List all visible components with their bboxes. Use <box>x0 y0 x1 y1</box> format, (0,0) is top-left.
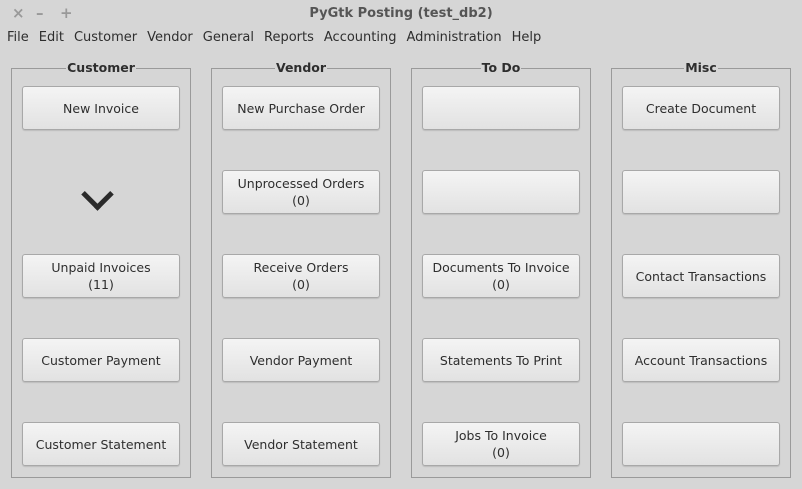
menu-help[interactable]: Help <box>512 28 542 48</box>
vendor-frame: Vendor New Purchase Order Unprocessed Or… <box>211 60 391 478</box>
misc-frame: Misc Create Document Contact Transaction… <box>611 60 791 478</box>
vendor-statement-button[interactable]: Vendor Statement <box>222 422 380 466</box>
empty-button[interactable] <box>422 86 580 130</box>
menu-file[interactable]: File <box>7 28 29 48</box>
new-purchase-order-button[interactable]: New Purchase Order <box>222 86 380 130</box>
button-label: New Purchase Order <box>237 100 365 116</box>
contact-transactions-button[interactable]: Contact Transactions <box>622 254 780 298</box>
customer-frame: Customer New Invoice Unpaid Invoices (11)… <box>11 60 191 478</box>
button-count: (0) <box>492 445 510 460</box>
button-label: Contact Transactions <box>635 268 767 284</box>
button-count: (0) <box>292 277 310 292</box>
button-label: Customer Statement <box>35 436 167 452</box>
button-count: (0) <box>492 277 510 292</box>
chevron-down-icon[interactable] <box>81 178 114 211</box>
unprocessed-orders-button[interactable]: Unprocessed Orders (0) <box>222 170 380 214</box>
button-count: (11) <box>88 277 114 292</box>
receive-orders-button[interactable]: Receive Orders (0) <box>222 254 380 298</box>
unpaid-invoices-button[interactable]: Unpaid Invoices (11) <box>22 254 180 298</box>
button-label: Unprocessed Orders <box>237 176 365 191</box>
button-label: New Invoice <box>63 100 139 116</box>
menu-edit[interactable]: Edit <box>39 28 64 48</box>
button-label: Statements To Print <box>439 352 563 368</box>
frame-title: Misc <box>684 60 718 75</box>
menu-bar: File Edit Customer Vendor General Report… <box>0 28 551 48</box>
title-bar: × – + PyGtk Posting (test_db2) <box>0 0 802 28</box>
frame-title: Customer <box>66 60 136 75</box>
button-label: Unpaid Invoices <box>51 260 151 275</box>
button-label: Account Transactions <box>634 352 768 368</box>
jobs-to-invoice-button[interactable]: Jobs To Invoice (0) <box>422 422 580 466</box>
button-label: Jobs To Invoice <box>455 428 547 443</box>
frame-title: To Do <box>480 60 522 75</box>
menu-customer[interactable]: Customer <box>74 28 137 48</box>
button-label: Vendor Payment <box>249 352 353 368</box>
menu-accounting[interactable]: Accounting <box>324 28 397 48</box>
customer-payment-button[interactable]: Customer Payment <box>22 338 180 382</box>
button-label: Vendor Statement <box>244 436 358 452</box>
empty-button[interactable] <box>622 422 780 466</box>
menu-vendor[interactable]: Vendor <box>147 28 193 48</box>
documents-to-invoice-button[interactable]: Documents To Invoice (0) <box>422 254 580 298</box>
customer-statement-button[interactable]: Customer Statement <box>22 422 180 466</box>
button-label: Receive Orders <box>253 260 349 275</box>
button-count: (0) <box>292 193 310 208</box>
button-label: Customer Payment <box>41 352 161 368</box>
account-transactions-button[interactable]: Account Transactions <box>622 338 780 382</box>
menu-reports[interactable]: Reports <box>264 28 314 48</box>
empty-button[interactable] <box>622 170 780 214</box>
menu-general[interactable]: General <box>203 28 254 48</box>
frame-title: Vendor <box>274 60 328 75</box>
new-invoice-button[interactable]: New Invoice <box>22 86 180 130</box>
button-label: Create Document <box>645 100 757 116</box>
todo-frame: To Do Documents To Invoice (0) Statements… <box>411 60 591 478</box>
statements-to-print-button[interactable]: Statements To Print <box>422 338 580 382</box>
create-document-button[interactable]: Create Document <box>622 86 780 130</box>
empty-button[interactable] <box>422 170 580 214</box>
window-title: PyGtk Posting (test_db2) <box>309 6 493 21</box>
button-label: Documents To Invoice <box>432 260 570 275</box>
menu-administration[interactable]: Administration <box>406 28 501 48</box>
vendor-payment-button[interactable]: Vendor Payment <box>222 338 380 382</box>
